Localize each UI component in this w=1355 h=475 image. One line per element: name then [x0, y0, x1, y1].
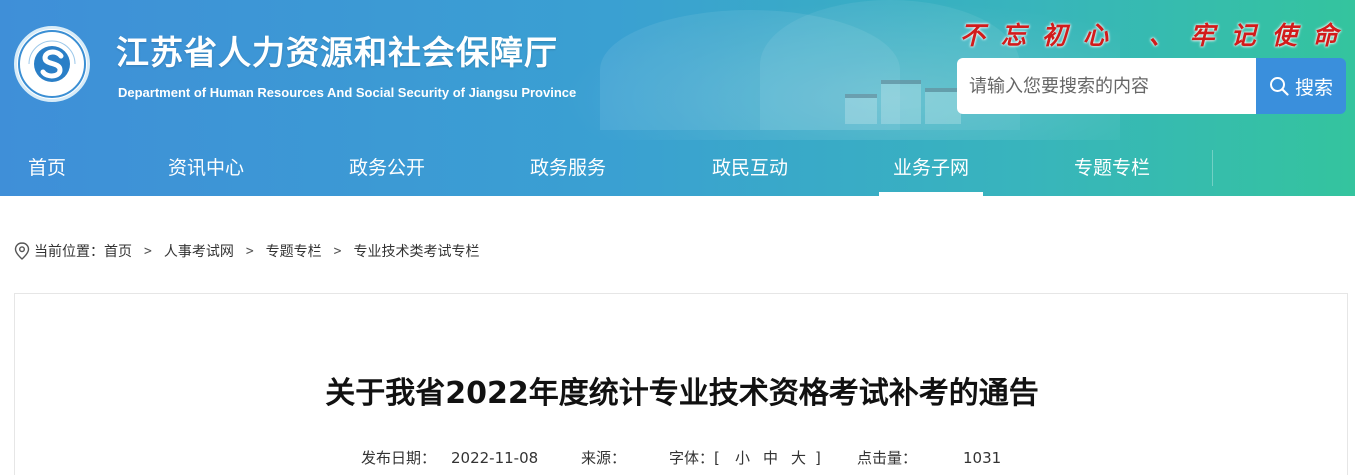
nav-item-government-affairs[interactable]: 政务公开 — [349, 140, 425, 196]
font-size-label: 字体：[ — [669, 449, 720, 467]
site-header: 江苏省人力资源和社会保障厅 Department of Human Resour… — [0, 0, 1355, 196]
font-size-bracket: ] — [815, 449, 821, 467]
font-size-medium-button[interactable]: 中 — [763, 446, 778, 470]
site-logo[interactable] — [14, 26, 90, 102]
font-size-large-button[interactable]: 大 — [791, 446, 806, 470]
breadcrumb: 当前位置： 首页 > 人事考试网 > 专题专栏 > 专业技术类考试专栏 — [14, 240, 479, 262]
site-title-english: Department of Human Resources And Social… — [118, 85, 577, 100]
click-count: 1031 — [963, 449, 1002, 467]
nav-divider — [1212, 150, 1213, 186]
breadcrumb-separator: > — [144, 243, 152, 259]
nav-item-home[interactable]: 首页 — [28, 140, 66, 196]
breadcrumb-home[interactable]: 首页 — [104, 241, 132, 261]
clicks-label: 点击量： — [857, 449, 918, 467]
main-nav: 首页 资讯中心 政务公开 政务服务 政民互动 业务子网 专题专栏 — [0, 140, 1355, 196]
nav-item-government-services[interactable]: 政务服务 — [530, 140, 606, 196]
header-background-houses — [845, 68, 965, 124]
publish-date-label: 发布日期： — [361, 449, 437, 467]
source-label: 来源： — [581, 449, 627, 467]
breadcrumb-professional-exams[interactable]: 专业技术类考试专栏 — [353, 241, 479, 261]
nav-item-news-center[interactable]: 资讯中心 — [168, 140, 244, 196]
location-pin-icon — [14, 242, 30, 260]
site-title: 江苏省人力资源和社会保障厅 — [116, 33, 558, 72]
nav-item-business-subsites[interactable]: 业务子网 — [878, 140, 984, 196]
search-input[interactable] — [957, 58, 1256, 114]
breadcrumb-prefix: 当前位置： — [34, 244, 104, 260]
search-icon — [1269, 77, 1289, 96]
logo-emblem-icon — [18, 30, 86, 98]
slogan: 不忘初心 、牢记使命 — [960, 21, 1354, 50]
breadcrumb-separator: > — [333, 243, 342, 259]
breadcrumb-exam-network[interactable]: 人事考试网 — [164, 241, 234, 261]
breadcrumb-special-topics[interactable]: 专题专栏 — [266, 241, 322, 261]
article-panel: 关于我省2022年度统计专业技术资格考试补考的通告 发布日期： 2022-11-… — [14, 293, 1348, 475]
search-button-label: 搜索 — [1294, 76, 1333, 99]
nav-item-public-interaction[interactable]: 政民互动 — [712, 140, 788, 196]
article-title: 关于我省2022年度统计专业技术资格考试补考的通告 — [325, 376, 1039, 411]
nav-item-special-topics[interactable]: 专题专栏 — [1074, 140, 1150, 196]
breadcrumb-separator: > — [245, 243, 254, 259]
publish-date: 2022-11-08 — [451, 449, 539, 467]
font-size-small-button[interactable]: 小 — [735, 446, 750, 470]
search-button[interactable]: 搜索 — [1256, 58, 1346, 114]
